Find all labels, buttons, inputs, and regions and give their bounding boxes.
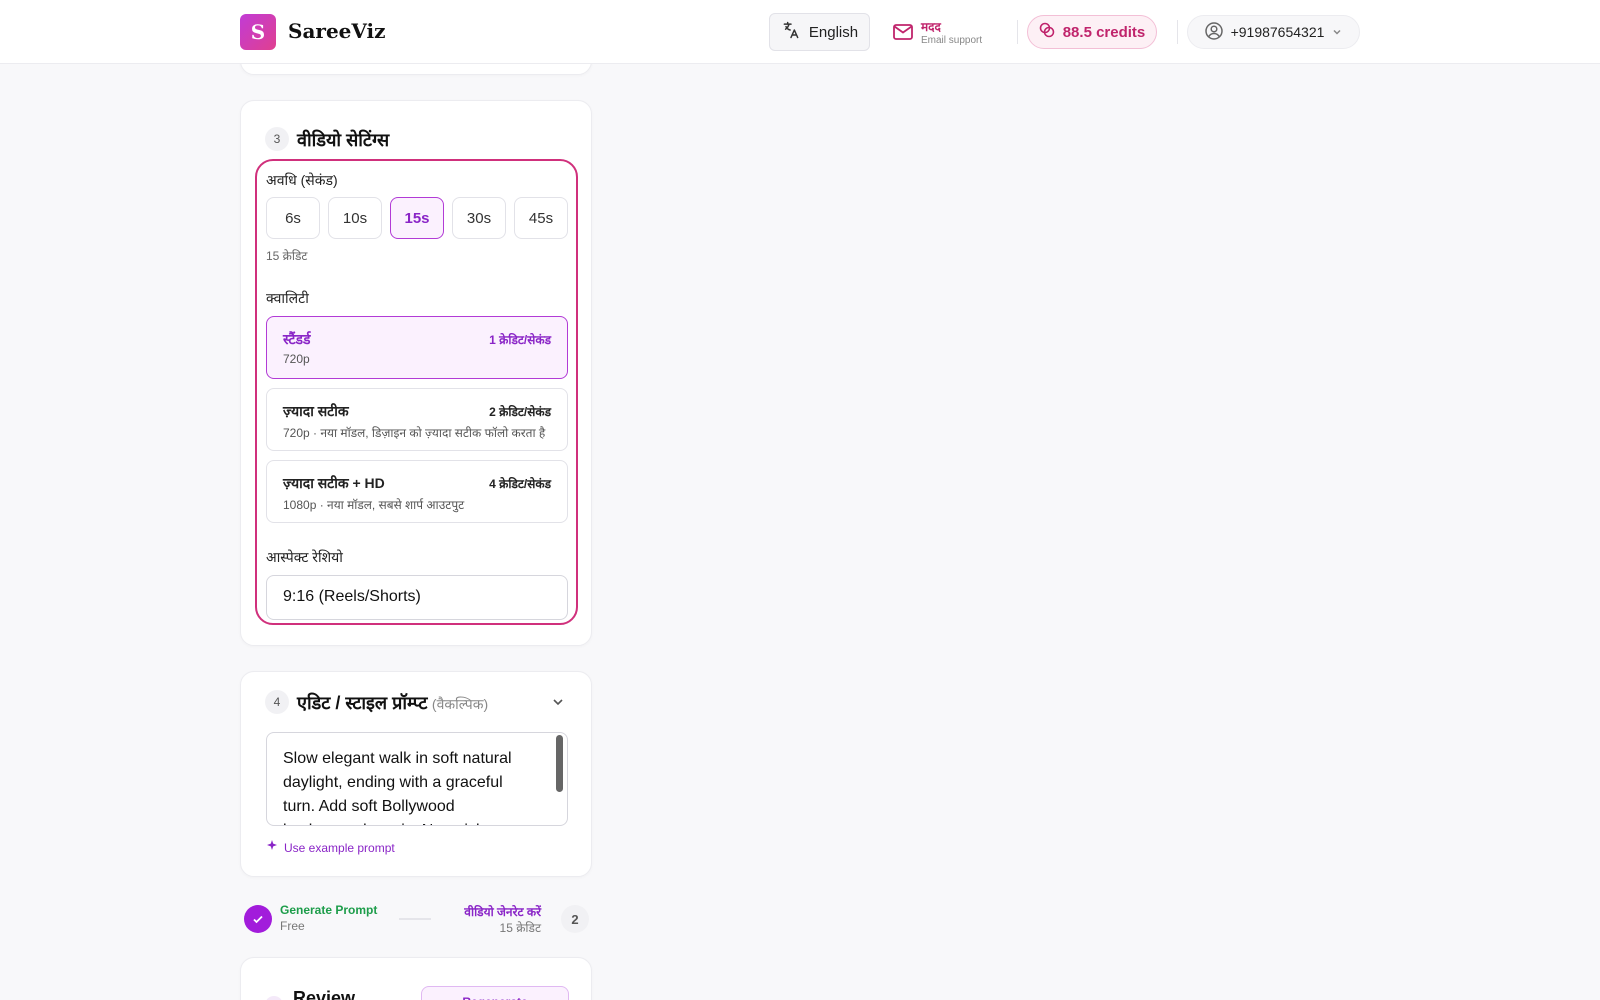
video-settings-card: 3 वीडियो सेटिंग्स अवधि (सेकंड) 6s 10s 15… [240,100,592,646]
duration-30s-button[interactable]: 30s [452,197,506,239]
duration-15s-button[interactable]: 15s [390,197,444,239]
aspect-ratio-label: आस्पेक्ट रेशियो [266,549,343,565]
example-link-label: Use example prompt [284,840,395,855]
step2-label[interactable]: वीडियो जेनरेट करें [464,903,541,920]
review-icon [265,996,283,1000]
duration-10s-button[interactable]: 10s [328,197,382,239]
step1-sub: Free [280,919,305,933]
optional-label: (वैकल्पिक) [431,696,489,712]
review-card: Review Regenerate [240,957,592,1000]
help-subtitle: Email support [921,35,983,47]
quality-name: ज़्यादा सटीक [283,403,349,419]
edit-prompt-card: 4 एडिट / स्टाइल प्रॉम्प्ट (वैकल्पिक) Slo… [240,671,592,877]
header-divider [1177,20,1178,44]
chevron-down-icon [1332,24,1342,40]
credits-label: 88.5 credits [1062,23,1146,41]
use-example-prompt-link[interactable]: Use example prompt [266,840,395,855]
language-label: English [808,23,859,41]
duration-6s-button[interactable]: 6s [266,197,320,239]
step2-number: 2 [561,905,589,933]
app-name[interactable]: SareeViz [288,19,386,43]
account-menu[interactable]: +91987654321 [1187,15,1360,49]
language-button[interactable]: English [769,13,870,51]
mail-icon [893,23,913,45]
quality-option-accurate[interactable]: ज़्यादा सटीक 2 क्रेडिट/सेकंड 720p · नया … [266,388,568,451]
translate-icon [781,20,801,44]
aspect-ratio-select[interactable]: 9:16 (Reels/Shorts) [266,575,568,620]
chevron-down-icon[interactable] [551,695,565,714]
quality-price: 4 क्रेडिट/सेकंड [489,477,551,491]
coins-icon [1039,22,1055,42]
textarea-scrollbar[interactable] [556,735,563,792]
stepper-connector [399,918,431,920]
quality-label: क्वालिटी [266,290,309,306]
help-link[interactable]: मदद Email support [893,18,982,50]
quality-desc: 1080p · नया मॉडल, सबसे शार्प आउटपुट [283,498,465,512]
quality-desc: 720p [283,352,310,366]
top-header: S SareeViz English मदद Email support 88.… [0,0,1600,64]
quality-name: स्टैंडर्ड [283,331,311,347]
prompt-text: Slow elegant walk in soft natural daylig… [283,750,512,825]
logo-icon[interactable]: S [240,14,276,50]
step-number: 4 [265,690,289,714]
generation-stepper: Generate Prompt Free वीडियो जेनरेट करें … [244,903,589,935]
edit-prompt-header[interactable]: एडिट / स्टाइल प्रॉम्प्ट (वैकल्पिक) [297,691,488,715]
card-title: एडिट / स्टाइल प्रॉम्प्ट [297,693,428,713]
duration-45s-button[interactable]: 45s [514,197,568,239]
prompt-textarea[interactable]: Slow elegant walk in soft natural daylig… [266,732,568,826]
help-title: मदद [921,20,941,35]
check-icon [244,905,272,933]
review-title: Review [293,988,356,1000]
duration-label: अवधि (सेकंड) [266,172,338,188]
quality-name: ज़्यादा सटीक + HD [283,475,385,491]
quality-option-standard[interactable]: स्टैंडर्ड 1 क्रेडिट/सेकंड 720p [266,316,568,379]
header-divider [1017,20,1018,44]
quality-price: 2 क्रेडिट/सेकंड [489,405,551,419]
quality-desc: 720p · नया मॉडल, डिज़ाइन को ज़्यादा सटीक… [283,426,546,440]
step2-sub: 15 क्रेडिट [499,921,541,935]
phone-number: +91987654321 [1230,24,1325,40]
duration-cost: 15 क्रेडिट [266,249,308,263]
credits-badge[interactable]: 88.5 credits [1027,15,1157,49]
sparkles-icon [266,840,278,855]
regenerate-button[interactable]: Regenerate [421,986,569,1000]
quality-option-accurate-hd[interactable]: ज़्यादा सटीक + HD 4 क्रेडिट/सेकंड 1080p … [266,460,568,523]
step-number: 3 [265,127,289,151]
quality-price: 1 क्रेडिट/सेकंड [489,333,551,347]
card-title: वीडियो सेटिंग्स [297,130,390,150]
user-icon [1204,21,1223,43]
step1-label: Generate Prompt [280,903,378,917]
